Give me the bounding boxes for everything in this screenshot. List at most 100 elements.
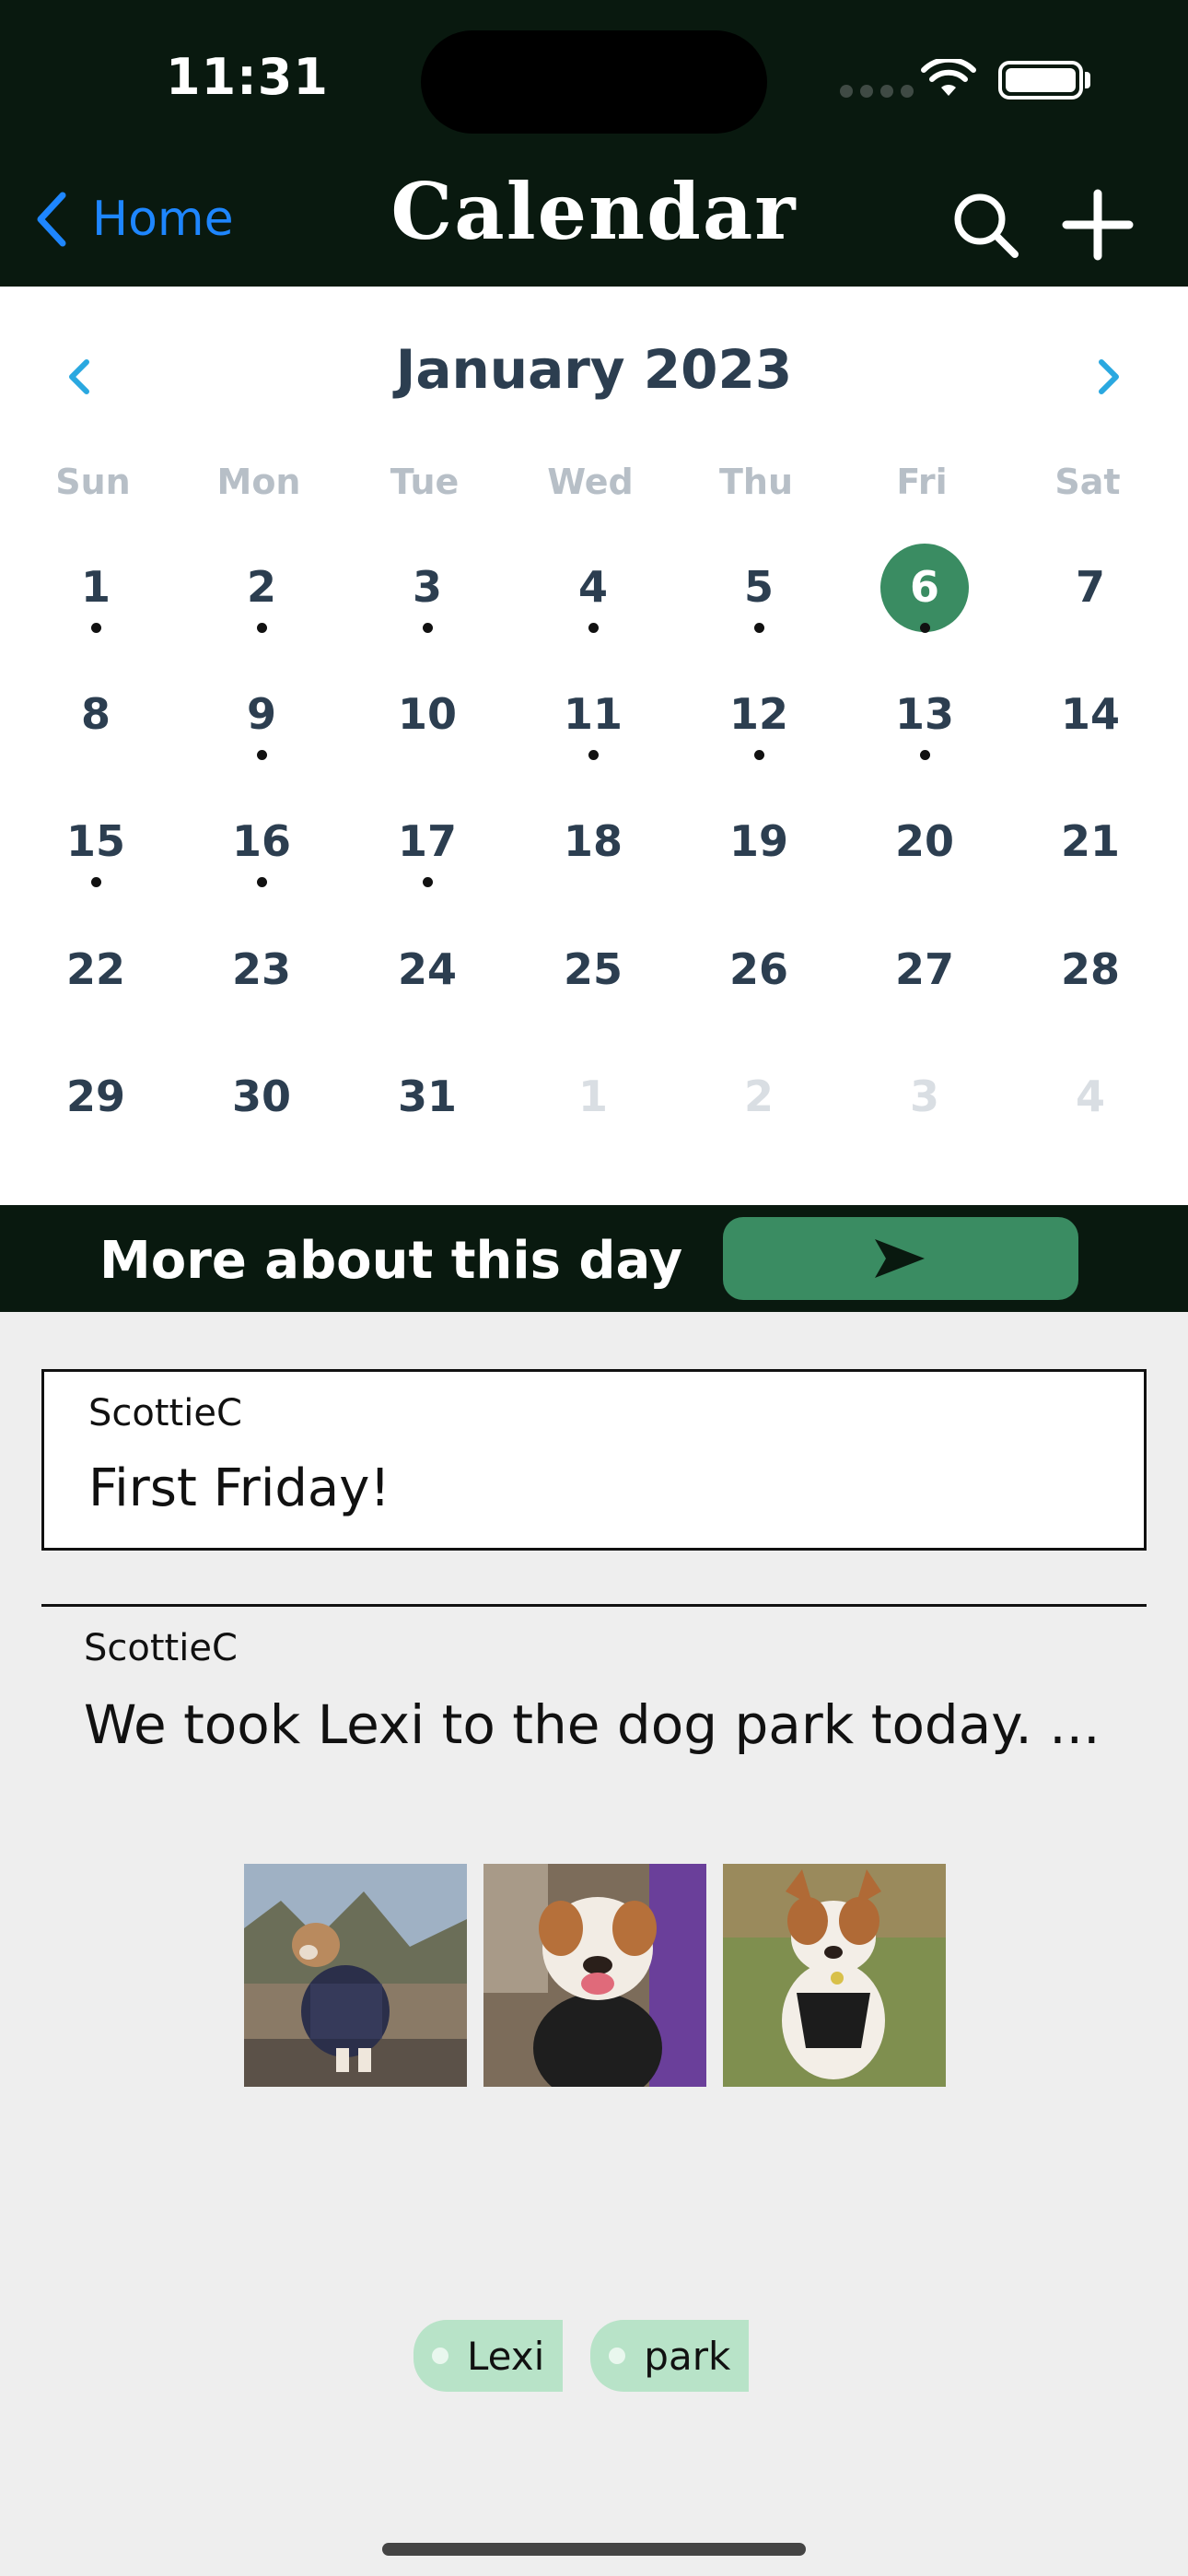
dog-photo-1[interactable] (244, 1864, 467, 2087)
post-author: ScottieC (84, 1627, 238, 1669)
day-cell-selected[interactable]: 6 (856, 542, 994, 643)
event-dot (588, 623, 599, 633)
post-text: We took Lexi to the dog park today. ... (84, 1693, 1101, 1756)
event-dot (754, 623, 764, 633)
day-cell[interactable]: 27 (856, 924, 994, 1025)
day-number: 2 (246, 562, 276, 612)
weekday-wed: Wed (547, 462, 634, 502)
tag-label: park (644, 2333, 731, 2379)
event-dot (91, 877, 101, 887)
post-item[interactable]: ScottieC We took Lexi to the dog park to… (41, 1607, 1147, 1883)
day-number: 16 (231, 816, 291, 866)
day-cell[interactable]: 26 (690, 924, 828, 1025)
more-about-day-label: More about this day (99, 1231, 683, 1291)
day-number: 20 (894, 816, 954, 866)
day-number: 4 (1075, 1071, 1105, 1121)
day-cell[interactable]: 10 (358, 669, 496, 770)
weekday-fri: Fri (896, 462, 948, 502)
month-title: January 2023 (395, 338, 793, 401)
weekday-header: Sun Mon Tue Wed Thu Fri Sat (0, 462, 1188, 526)
day-cell[interactable]: 31 (358, 1051, 496, 1153)
day-number: 7 (1075, 562, 1105, 612)
weekday-tue: Tue (390, 462, 460, 502)
day-number: 26 (728, 944, 788, 994)
day-number: 23 (231, 944, 291, 994)
status-time: 11:31 (166, 48, 329, 106)
day-cell[interactable]: 25 (524, 924, 662, 1025)
day-cell[interactable]: 11 (524, 669, 662, 770)
dynamic-island (421, 30, 767, 134)
search-icon[interactable] (949, 188, 1022, 262)
day-cell[interactable]: 4 (524, 542, 662, 643)
day-cell[interactable]: 18 (524, 796, 662, 897)
day-cell[interactable]: 9 (192, 669, 331, 770)
day-cell[interactable]: 15 (27, 796, 165, 897)
tag-chip[interactable]: Lexi (413, 2320, 564, 2392)
day-cell[interactable]: 22 (27, 924, 165, 1025)
day-number: 5 (743, 562, 774, 612)
day-number: 1 (80, 562, 111, 612)
day-cell[interactable]: 21 (1021, 796, 1159, 897)
day-number: 28 (1060, 944, 1120, 994)
home-indicator (382, 2543, 806, 2556)
event-dot (920, 623, 930, 633)
day-cell[interactable]: 13 (856, 669, 994, 770)
day-number: 24 (397, 944, 457, 994)
day-cell[interactable]: 4 (1021, 1051, 1159, 1153)
day-cell[interactable]: 12 (690, 669, 828, 770)
dog-photo-2[interactable] (483, 1864, 706, 2087)
day-cell[interactable]: 8 (27, 669, 165, 770)
day-cell[interactable]: 17 (358, 796, 496, 897)
day-number: 25 (563, 944, 623, 994)
day-cell[interactable]: 24 (358, 924, 496, 1025)
back-button[interactable]: Home (33, 192, 234, 247)
entry-author: ScottieC (88, 1392, 242, 1434)
day-number: 10 (397, 689, 457, 739)
weekday-sat: Sat (1054, 462, 1121, 502)
entry-card[interactable]: ScottieC First Friday! (41, 1369, 1147, 1551)
tag-dot-icon (432, 2348, 448, 2364)
day-cell[interactable]: 2 (192, 542, 331, 643)
day-cell[interactable]: 20 (856, 796, 994, 897)
day-number: 3 (412, 562, 442, 612)
day-cell[interactable]: 3 (358, 542, 496, 643)
wifi-icon (921, 59, 976, 96)
day-cell[interactable]: 1 (524, 1051, 662, 1153)
day-number: 6 (909, 562, 939, 612)
dog-photo-3[interactable] (723, 1864, 946, 2087)
day-cell[interactable]: 19 (690, 796, 828, 897)
chevron-left-icon[interactable] (53, 340, 109, 414)
day-cell[interactable]: 28 (1021, 924, 1159, 1025)
day-cell[interactable]: 1 (27, 542, 165, 643)
back-label: Home (92, 192, 234, 247)
signal-icon (840, 85, 914, 98)
day-cell[interactable]: 7 (1021, 542, 1159, 643)
day-number: 11 (563, 689, 623, 739)
day-cell[interactable]: 16 (192, 796, 331, 897)
battery-icon (998, 61, 1083, 100)
day-cell[interactable]: 3 (856, 1051, 994, 1153)
day-cell[interactable]: 23 (192, 924, 331, 1025)
day-cell[interactable]: 14 (1021, 669, 1159, 770)
day-cell[interactable]: 2 (690, 1051, 828, 1153)
day-cell[interactable]: 29 (27, 1051, 165, 1153)
day-number: 4 (577, 562, 608, 612)
chevron-left-icon (37, 192, 66, 247)
tag-dot-icon (609, 2348, 626, 2364)
day-number: 14 (1060, 689, 1120, 739)
tag-chip[interactable]: park (590, 2320, 750, 2392)
day-cell[interactable]: 5 (690, 542, 828, 643)
chevron-right-icon[interactable] (1079, 340, 1135, 414)
day-number: 27 (894, 944, 954, 994)
event-dot (920, 750, 930, 760)
day-cell[interactable]: 30 (192, 1051, 331, 1153)
day-number: 29 (65, 1071, 125, 1121)
add-icon[interactable] (1061, 188, 1135, 262)
weekday-thu: Thu (718, 462, 794, 502)
event-dot (257, 877, 267, 887)
calendar: January 2023 Sun Mon Tue Wed Thu Fri Sat 12345… (0, 287, 1188, 1205)
day-number: 18 (563, 816, 623, 866)
day-number: 22 (65, 944, 125, 994)
more-about-day-button[interactable] (723, 1217, 1078, 1300)
more-about-day-bar: More about this day (0, 1205, 1188, 1312)
